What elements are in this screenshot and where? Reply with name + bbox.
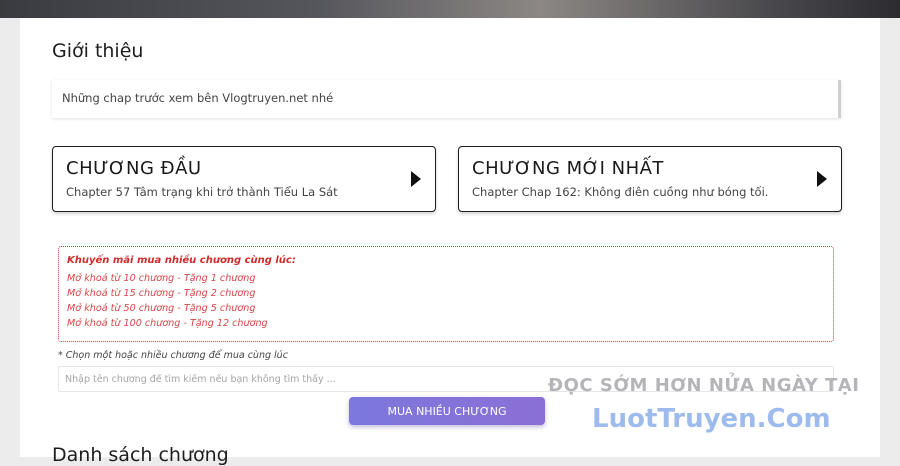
promo-box: Khuyến mãi mua nhiều chương cùng lúc: Mở… bbox=[58, 246, 834, 342]
latest-chapter-subtitle: Chapter Chap 162: Không điên cuồng như b… bbox=[472, 185, 769, 199]
intro-text: Những chap trước xem bên Vlogtruyen.net … bbox=[62, 91, 334, 105]
chapter-list-title: Danh sách chương bbox=[52, 444, 229, 466]
multi-buy-hint: * Chọn một hoặc nhiều chương để mua cùng… bbox=[58, 350, 288, 361]
header-banner-strip bbox=[0, 0, 900, 18]
latest-chapter-heading: CHƯƠNG MỚI NHẤT bbox=[472, 158, 664, 179]
promo-item: Mở khoá từ 50 chương - Tặng 5 chương bbox=[67, 303, 256, 314]
intro-title: Giới thiệu bbox=[52, 40, 144, 62]
promo-title: Khuyến mãi mua nhiều chương cùng lúc: bbox=[67, 255, 296, 266]
promo-item: Mở khoá từ 100 chương - Tặng 12 chương bbox=[67, 318, 268, 329]
buy-multiple-chapters-button[interactable]: MUA NHIỀU CHƯƠNG bbox=[349, 397, 545, 425]
first-chapter-subtitle: Chapter 57 Tâm trạng khi trở thành Tiểu … bbox=[66, 185, 338, 199]
watermark-text: ĐỌC SỚM HƠN NỬA NGÀY TẠI bbox=[548, 375, 860, 396]
first-chapter-heading: CHƯƠNG ĐẦU bbox=[66, 158, 202, 179]
first-chapter-button[interactable]: CHƯƠNG ĐẦU Chapter 57 Tâm trạng khi trở … bbox=[52, 146, 436, 212]
promo-item: Mở khoá từ 10 chương - Tặng 1 chương bbox=[67, 273, 256, 284]
intro-description-box: Những chap trước xem bên Vlogtruyen.net … bbox=[52, 80, 841, 118]
promo-item: Mở khoá từ 15 chương - Tặng 2 chương bbox=[67, 288, 256, 299]
watermark-site-name: LuotTruyen.Com bbox=[592, 404, 831, 434]
latest-chapter-button[interactable]: CHƯƠNG MỚI NHẤT Chapter Chap 162: Không … bbox=[458, 146, 842, 212]
play-arrow-icon bbox=[817, 171, 827, 187]
promo-list: Mở khoá từ 10 chương - Tặng 1 chương Mở … bbox=[67, 271, 268, 331]
play-arrow-icon bbox=[411, 171, 421, 187]
